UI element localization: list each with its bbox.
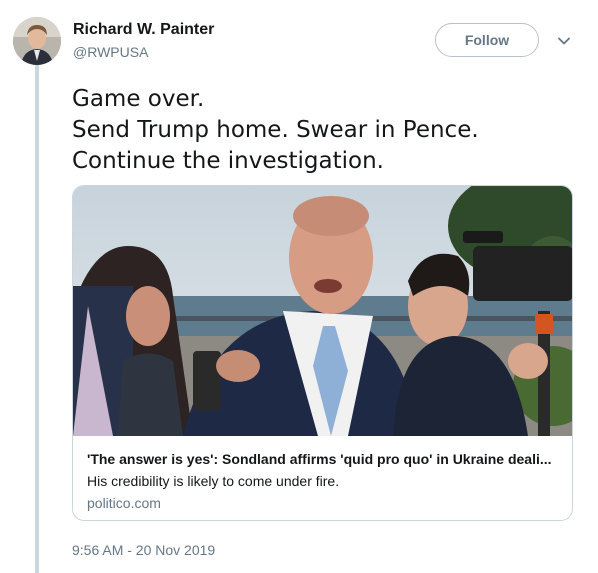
tweet-line: Send Trump home. Swear in Pence. <box>72 117 479 143</box>
tweet-text: Game over. Send Trump home. Swear in Pen… <box>72 84 582 177</box>
avatar-image <box>13 17 61 65</box>
tweet-timestamp[interactable]: 9:56 AM - 20 Nov 2019 <box>72 542 215 558</box>
card-title[interactable]: 'The answer is yes': Sondland affirms 'q… <box>87 451 557 467</box>
tweet-line: Game over. <box>72 86 205 112</box>
author-name[interactable]: Richard W. Painter <box>73 21 214 39</box>
card-domain: politico.com <box>87 495 161 511</box>
link-card[interactable]: 'The answer is yes': Sondland affirms 'q… <box>72 185 573 521</box>
chevron-down-icon[interactable] <box>557 34 571 48</box>
card-description: His credibility is likely to come under … <box>87 473 340 489</box>
author-handle[interactable]: @RWPUSA <box>73 44 148 60</box>
card-photo <box>73 186 572 436</box>
tweet-line: Continue the investigation. <box>72 148 384 174</box>
follow-button[interactable]: Follow <box>435 23 539 57</box>
avatar[interactable] <box>13 17 61 65</box>
thread-line <box>35 62 39 573</box>
